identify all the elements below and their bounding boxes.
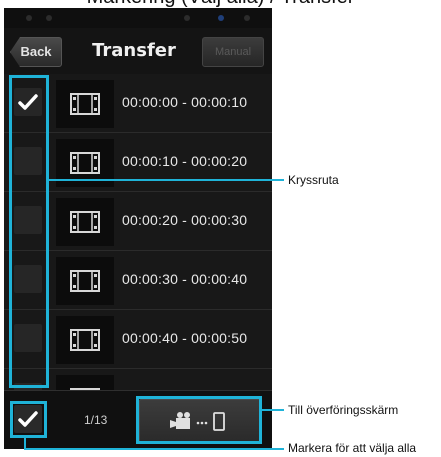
clip-time-range: 00:00:40 - 00:00:50 [122,330,248,346]
clip-time-range: 00:00:00 - 00:00:10 [122,94,248,110]
page-heading: Markering (Välj alla) / Transfer [0,0,441,8]
status-icon [218,15,224,21]
film-icon [70,329,100,351]
callout-select-all: Markera för att välja alla [288,441,417,455]
clip-thumbnail [56,316,114,364]
status-icon [184,15,190,21]
clip-thumbnail [56,80,114,128]
clip-time-range: 00:00:30 - 00:00:40 [122,271,248,287]
phone-screen: Back Transfer Manual 00:00:00 - 00:00:10… [4,8,272,449]
transfer-button-highlight [136,396,262,444]
callout-line [262,409,284,411]
film-icon [70,211,100,233]
status-icon [46,15,52,21]
clip-thumbnail [56,198,114,246]
clip-time-range: 00:00:20 - 00:00:30 [122,212,248,228]
status-icon [244,15,250,21]
clip-thumbnail [56,375,114,390]
page-title: Transfer [92,40,176,61]
bottom-bar: 1/13 [4,390,272,449]
manual-button[interactable]: Manual [202,37,264,67]
clip-thumbnail [56,257,114,305]
clip-time-range: 00:00:10 - 00:00:20 [122,153,248,169]
callout-transfer-screen: Till överföringsskärm [288,403,399,417]
title-bar: Back Transfer Manual [4,28,272,74]
status-bar [4,8,272,28]
callout-line [24,448,284,450]
film-icon [70,93,100,115]
callout-checkbox: Kryssruta [288,173,339,187]
page-indicator: 1/13 [84,413,108,427]
checkbox-column-highlight [9,75,49,388]
film-icon [70,152,100,174]
callout-line [49,179,284,181]
status-icon [26,15,32,21]
select-all-highlight [10,401,47,438]
film-icon [70,270,100,292]
back-button[interactable]: Back [10,37,62,67]
